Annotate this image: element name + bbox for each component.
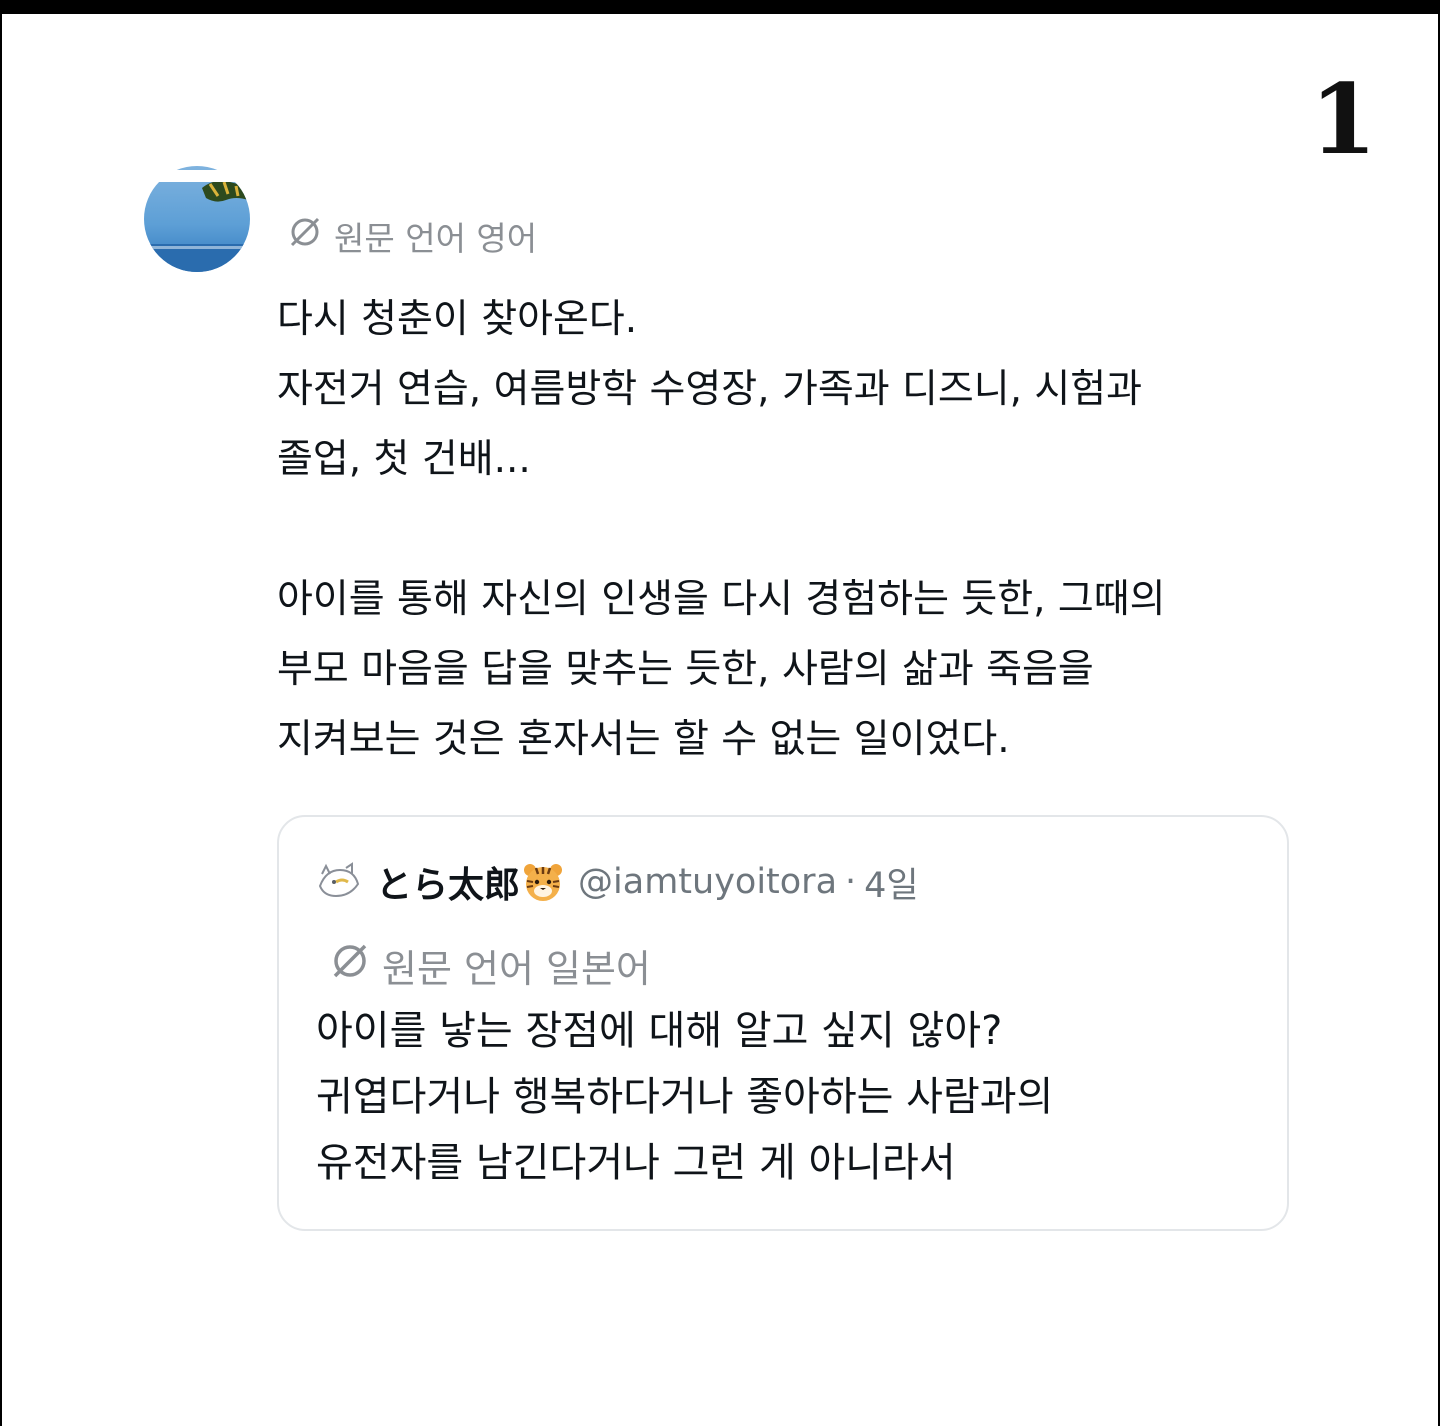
quote-timestamp[interactable]: 4일: [864, 857, 918, 908]
post-line: 자전거 연습, 여름방학 수영장, 가족과 디즈니, 시험과: [277, 367, 1143, 412]
page-number: 1: [1310, 63, 1377, 176]
quote-translate-label: 원문 언어 일본어: [382, 947, 651, 991]
quote-author-name[interactable]: とら太郎: [376, 856, 520, 908]
translate-globe-icon: [330, 941, 370, 990]
post-line: 지켜보는 것은 혼자서는 할 수 없는 일이었다.: [277, 717, 1010, 762]
translate-indicator[interactable]: 원문 언어 영어: [288, 212, 537, 260]
post-line: 다시 청춘이 찾아온다.: [277, 297, 638, 342]
quote-line: 유전자를 남긴다거나 그런 게 아니라서: [316, 1140, 956, 1186]
screenshot-frame: 1 원문 언어 영어 다시 청춘이 찾아온다. 자전거 연습, 여름방학 수영장…: [0, 0, 1440, 1426]
quote-translate-indicator[interactable]: 원문 언어 일본어: [330, 938, 651, 993]
quote-line: 귀엽다거나 행복하다거나 좋아하는 사람과의: [316, 1074, 1054, 1120]
post-line: 졸업, 첫 건배...: [277, 437, 531, 482]
translate-label: 원문 언어 영어: [334, 219, 538, 258]
tiger-emoji-icon: [522, 861, 564, 903]
quote-avatar-icon[interactable]: [312, 856, 364, 908]
quote-text: 아이를 낳는 장점에 대해 알고 싶지 않아? 귀엽다거나 행복하다거나 좋아하…: [316, 998, 1266, 1196]
post-text: 다시 청춘이 찾아온다. 자전거 연습, 여름방학 수영장, 가족과 디즈니, …: [277, 285, 1337, 775]
post-line: 아이를 통해 자신의 인생을 다시 경험하는 듯한, 그때의: [277, 577, 1166, 622]
translate-globe-icon: [288, 215, 322, 257]
quote-author-handle[interactable]: @iamtuyoitora: [578, 862, 837, 902]
avatar-crop-mask: [140, 170, 256, 182]
quote-line: 아이를 낳는 장점에 대해 알고 싶지 않아?: [316, 1008, 1003, 1054]
quoted-post-header: とら太郎 @iamtuyoitora · 4일: [312, 856, 919, 908]
post-line-blank: [277, 495, 1337, 565]
meta-separator: ·: [845, 862, 857, 902]
post-line: 부모 마음을 답을 맞추는 듯한, 사람의 삶과 죽음을: [277, 647, 1094, 692]
